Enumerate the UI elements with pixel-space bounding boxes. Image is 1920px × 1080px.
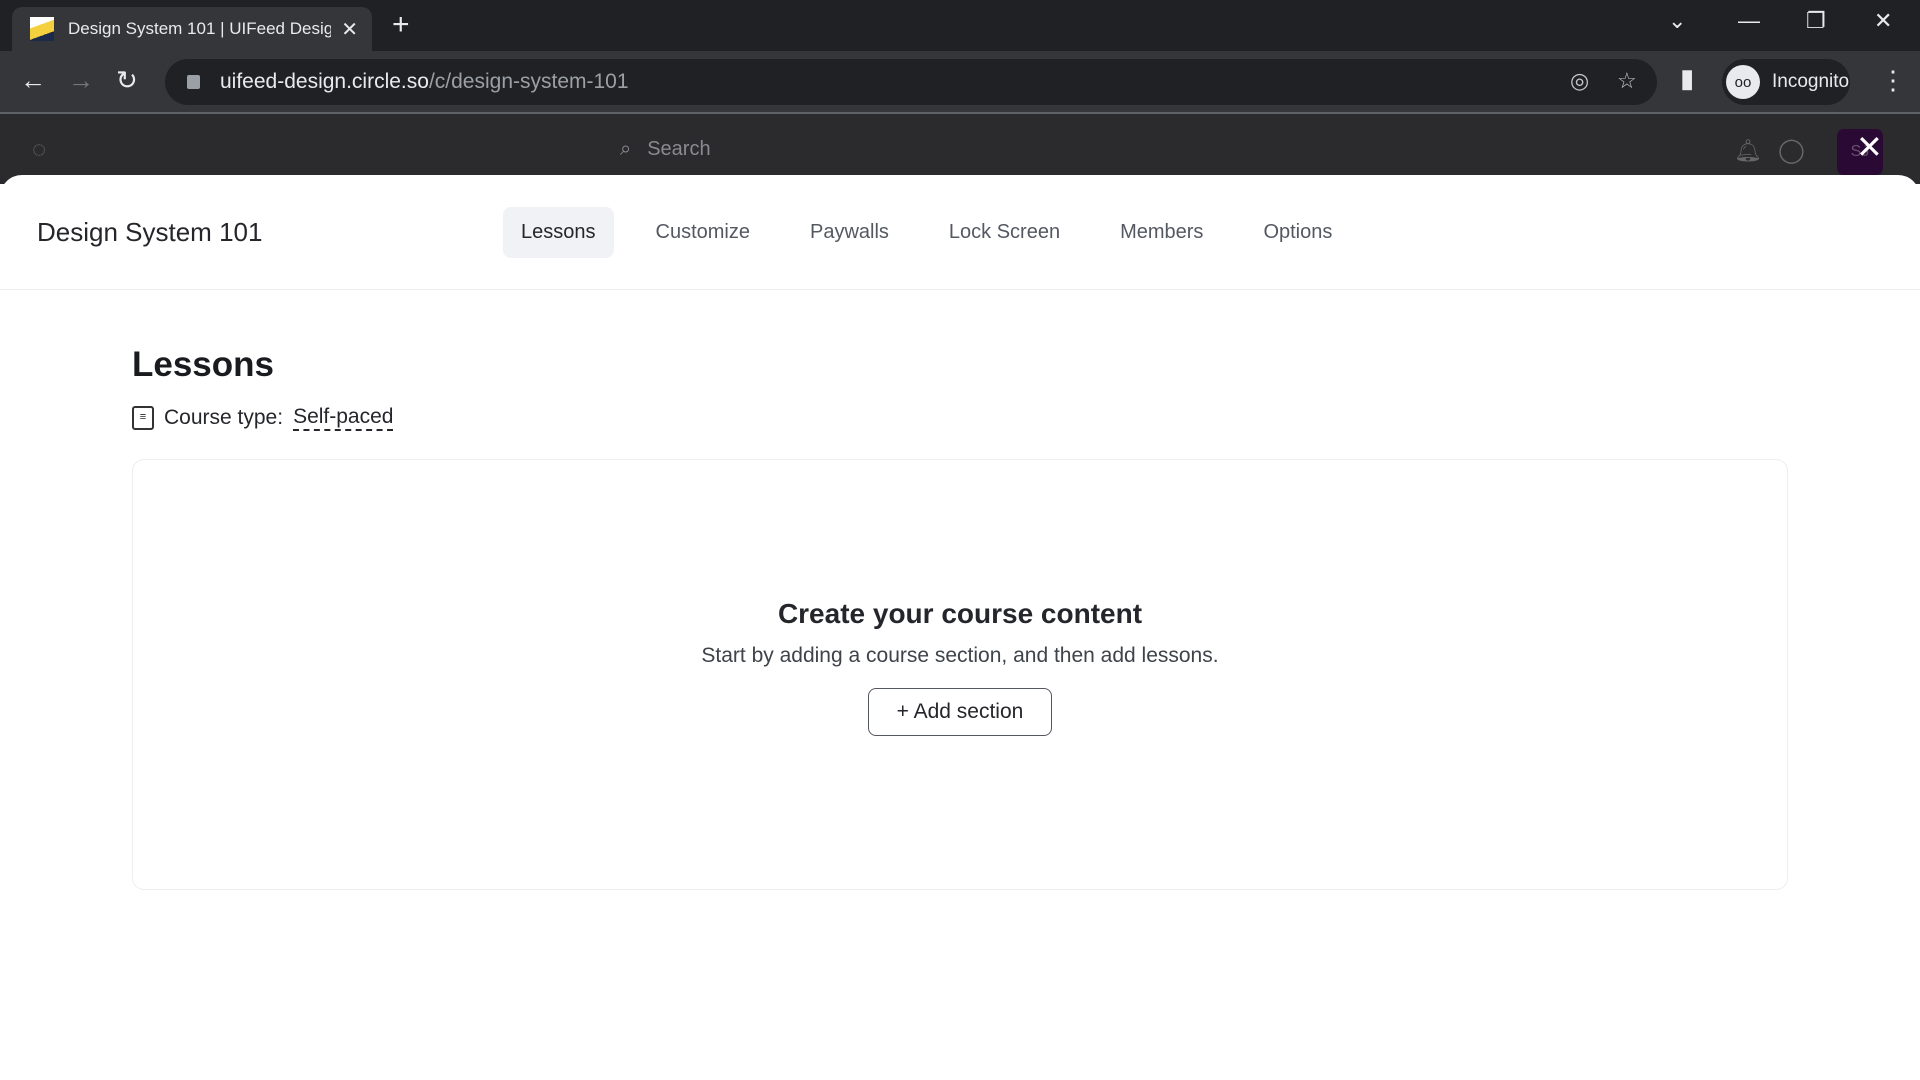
profile-label: Incognito [1772, 71, 1850, 92]
empty-state-subtitle: Start by adding a course section, and th… [701, 644, 1219, 667]
side-panel-icon[interactable]: ▮ [1680, 63, 1694, 94]
empty-state-card: Create your course content Start by addi… [132, 459, 1788, 890]
tab-lessons[interactable]: Lessons [503, 207, 614, 258]
lock-icon [187, 75, 200, 89]
panel-tabs: Lessons Customize Paywalls Lock Screen M… [503, 207, 1350, 258]
menu-icon[interactable]: ⋮ [1880, 65, 1906, 96]
header-divider [0, 289, 1920, 290]
add-section-button[interactable]: + Add section [867, 688, 1053, 736]
minimize-icon[interactable]: — [1738, 8, 1760, 34]
incognito-icon: oo [1726, 65, 1760, 99]
star-icon[interactable]: ☆ [1617, 68, 1637, 94]
bell-icon[interactable]: 🔔︎ [1734, 138, 1762, 164]
tab-paywalls[interactable]: Paywalls [792, 207, 907, 258]
url-host: uifeed-design.circle.so [220, 70, 429, 93]
document-icon: ≡ [132, 406, 154, 430]
favicon-icon [30, 17, 54, 41]
tab-customize[interactable]: Customize [638, 207, 768, 258]
search-icon: ⌕ [620, 138, 632, 160]
lessons-heading: Lessons [132, 345, 274, 384]
course-settings-panel: Design System 101 Lessons Customize Payw… [0, 175, 1920, 1080]
close-tab-icon[interactable]: ✕ [341, 17, 358, 42]
chat-icon[interactable]: ◯ [1778, 136, 1805, 165]
back-icon[interactable]: ← [20, 65, 46, 96]
course-type-value[interactable]: Self-paced [293, 405, 394, 431]
forward-icon[interactable]: → [68, 65, 94, 96]
url-path: /c/design-system-101 [428, 70, 629, 93]
search-input[interactable]: ⌕ Search [620, 138, 711, 161]
browser-toolbar: ← → ↻ uifeed-design.circle.so/c/design-s… [0, 51, 1920, 114]
search-placeholder: Search [647, 138, 711, 160]
close-panel-icon[interactable]: ✕ [1856, 128, 1883, 166]
browser-tab[interactable]: Design System 101 | UIFeed Design ✕ [12, 7, 372, 51]
empty-state-title: Create your course content [777, 598, 1143, 629]
browser-tab-bar: Design System 101 | UIFeed Design ✕ + ⌄ … [0, 0, 1920, 51]
tab-lock-screen[interactable]: Lock Screen [931, 207, 1078, 258]
course-type: ≡ Course type: Self-paced [132, 405, 394, 431]
tab-options[interactable]: Options [1245, 207, 1350, 258]
eye-off-icon[interactable]: ◎ [1570, 68, 1589, 94]
tab-title: Design System 101 | UIFeed Design [68, 19, 332, 38]
restore-icon[interactable]: ❐ [1806, 8, 1826, 34]
app-header: ◌ ⌕ Search 🔔︎ ◯ [0, 114, 1920, 184]
apps-icon[interactable]: ◌ [32, 136, 46, 164]
window-close-icon[interactable]: ✕ [1874, 8, 1892, 34]
new-tab-icon[interactable]: + [392, 8, 410, 42]
page-title: Design System 101 [37, 217, 263, 247]
reload-icon[interactable]: ↻ [116, 65, 138, 96]
incognito-badge[interactable]: oo Incognito [1722, 59, 1850, 105]
tab-search-icon[interactable]: ⌄ [1668, 8, 1686, 34]
tab-members[interactable]: Members [1102, 207, 1221, 258]
address-bar[interactable]: uifeed-design.circle.so/c/design-system-… [165, 59, 1657, 105]
course-type-label: Course type: [164, 406, 284, 429]
